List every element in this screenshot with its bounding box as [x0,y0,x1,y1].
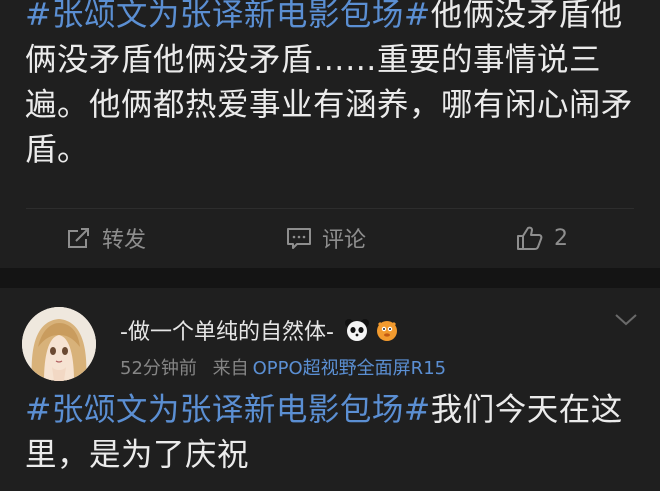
panda-emoji-icon [344,317,370,343]
like-count: 2 [554,225,568,251]
thumbs-up-icon [516,225,544,251]
username[interactable]: -做一个单纯的自然体- [120,314,400,346]
username-text: -做一个单纯的自然体- [120,320,334,345]
comment-button[interactable]: 评论 [286,209,366,267]
post-time: 52分钟前 [120,358,197,379]
post-1-body[interactable]: #张颂文为张译新电影包场#他俩没矛盾他俩没矛盾他俩没矛盾……重要的事情说三遍。他… [25,0,640,173]
comment-icon [286,226,312,250]
source-prefix: 来自 [212,358,249,379]
post-card-1: #张颂文为张译新电影包场#他俩没矛盾他俩没矛盾他俩没矛盾……重要的事情说三遍。他… [0,0,660,268]
post-2-body[interactable]: #张颂文为张译新电影包场#我们今天在这里，是为了庆祝 [25,388,640,478]
card-gap [0,268,660,288]
comment-label: 评论 [322,228,367,253]
repost-icon [66,226,92,250]
orange-fish-emoji-icon [374,317,400,343]
avatar[interactable] [22,307,96,381]
source-device[interactable]: OPPO超视野全面屏R15 [253,358,446,379]
chevron-down-icon[interactable] [614,312,638,331]
action-bar: 转发 评论 2 [0,209,660,267]
post-meta: 52分钟前 来自 OPPO超视野全面屏R15 [120,354,446,380]
post-1-hashtag[interactable]: #张颂文为张译新电影包场# [25,0,431,33]
post-2-hashtag[interactable]: #张颂文为张译新电影包场# [25,392,431,428]
repost-button[interactable]: 转发 [66,209,146,267]
repost-label: 转发 [102,228,147,253]
like-button[interactable]: 2 [516,209,568,267]
post-card-2: -做一个单纯的自然体- 52分钟前 来自 OPPO超视野全面屏R15 #张颂文为… [0,288,660,491]
